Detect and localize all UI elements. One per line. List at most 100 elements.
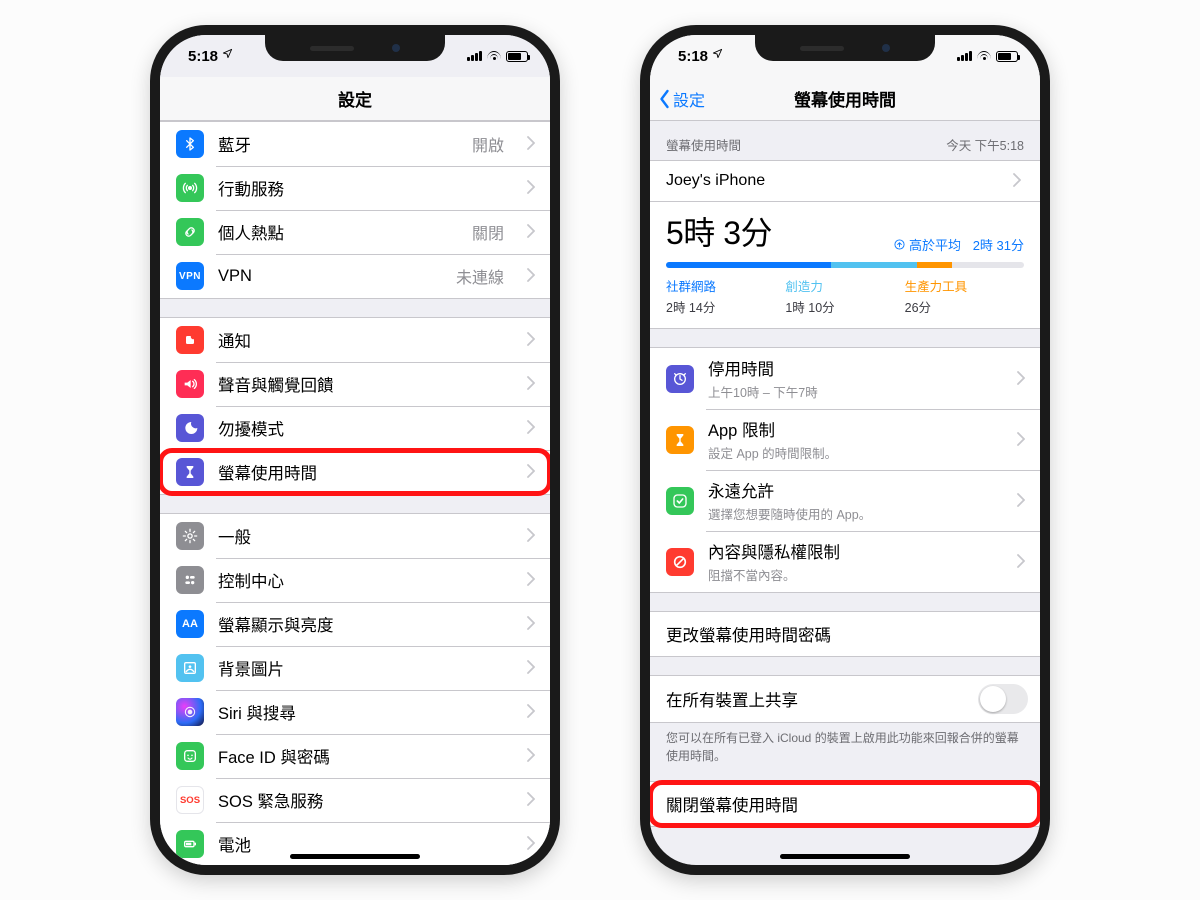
restrict-label: 內容與隱私權限制 <box>708 539 1000 563</box>
restrict-icon <box>666 548 694 576</box>
faceid-row[interactable]: Face ID 與密碼 <box>160 734 550 778</box>
bluetooth-row[interactable]: 藍牙開啟 <box>160 122 550 166</box>
notifications-label: 通知 <box>218 328 510 352</box>
change-passcode[interactable]: 更改螢幕使用時間密碼 <box>650 612 1040 656</box>
alwaysallow-sublabel: 選擇您想要隨時使用的 App。 <box>708 504 1000 523</box>
screentime-row[interactable]: 螢幕使用時間 <box>160 450 550 494</box>
phone-right: 5:18 設定 螢幕使用時間 螢幕使用時間 今天 下午5:18 <box>640 25 1050 875</box>
back-button[interactable]: 設定 <box>658 77 705 120</box>
downtime-row[interactable]: 停用時間上午10時 – 下午7時 <box>650 348 1040 409</box>
chevron-right-icon <box>524 418 538 438</box>
device-row[interactable]: Joey's iPhone <box>650 161 1040 202</box>
cat-social: 社群網路 2時 14分 <box>666 276 785 316</box>
change-passcode-label: 更改螢幕使用時間密碼 <box>666 622 1028 646</box>
battery-icon <box>506 51 528 62</box>
control-center-row[interactable]: 控制中心 <box>160 558 550 602</box>
faceid-icon <box>176 742 204 770</box>
wallpaper-row[interactable]: 背景圖片 <box>160 646 550 690</box>
restrict-row[interactable]: 內容與隱私權限制阻擋不當內容。 <box>650 531 1040 592</box>
applimits-icon <box>666 426 694 454</box>
battery-icon <box>996 51 1018 62</box>
status-time: 5:18 <box>188 48 218 65</box>
vpn-icon: VPN <box>176 262 204 290</box>
screentime-label: 螢幕使用時間 <box>218 460 510 484</box>
avg-compare: 高於平均 2時 31分 <box>894 235 1024 254</box>
turn-off-group: 關閉螢幕使用時間 <box>650 781 1040 827</box>
chevron-right-icon <box>524 526 538 546</box>
hotspot-row[interactable]: 個人熱點關閉 <box>160 210 550 254</box>
general-icon <box>176 522 204 550</box>
turn-off-label: 關閉螢幕使用時間 <box>666 792 1028 816</box>
downtime-label: 停用時間 <box>708 356 1000 380</box>
bluetooth-icon <box>176 130 204 158</box>
display-icon: AA <box>176 610 204 638</box>
alwaysallow-label: 永遠允許 <box>708 478 1000 502</box>
cell-signal-icon <box>467 51 482 61</box>
chevron-right-icon <box>524 702 538 722</box>
home-indicator[interactable] <box>290 854 420 859</box>
cellular-row[interactable]: 行動服務 <box>160 166 550 210</box>
summary-section-label: 螢幕使用時間 <box>666 135 741 154</box>
applimits-row[interactable]: App 限制設定 App 的時間限制。 <box>650 409 1040 470</box>
battery-label: 電池 <box>218 832 510 856</box>
chevron-right-icon <box>524 374 538 394</box>
display-row[interactable]: AA螢幕顯示與亮度 <box>160 602 550 646</box>
faceid-label: Face ID 與密碼 <box>218 744 510 768</box>
chevron-right-icon <box>1010 171 1024 191</box>
arrow-up-icon <box>894 239 905 250</box>
wallpaper-icon <box>176 654 204 682</box>
cellular-label: 行動服務 <box>218 176 510 200</box>
notifications-icon <box>176 326 204 354</box>
vpn-row[interactable]: VPNVPN未連線 <box>160 254 550 298</box>
siri-label: Siri 與搜尋 <box>218 700 510 724</box>
bluetooth-label: 藍牙 <box>218 132 458 156</box>
nav-header: 設定 <box>160 77 550 121</box>
vpn-label: VPN <box>218 267 442 286</box>
sounds-row[interactable]: 聲音與觸覺回饋 <box>160 362 550 406</box>
summary-timestamp: 今天 下午5:18 <box>946 135 1024 154</box>
dnd-icon <box>176 414 204 442</box>
sos-label: SOS 緊急服務 <box>218 788 510 812</box>
sos-row[interactable]: SOSSOS 緊急服務 <box>160 778 550 822</box>
chevron-right-icon <box>524 134 538 154</box>
cell-signal-icon <box>957 51 972 61</box>
chevron-right-icon <box>524 266 538 286</box>
bluetooth-value: 開啟 <box>472 132 504 156</box>
share-group: 在所有裝置上共享 <box>650 675 1040 723</box>
chevron-right-icon <box>1014 430 1028 450</box>
wallpaper-label: 背景圖片 <box>218 656 510 680</box>
share-row[interactable]: 在所有裝置上共享 <box>650 676 1040 722</box>
notifications-row[interactable]: 通知 <box>160 318 550 362</box>
siri-row[interactable]: Siri 與搜尋 <box>160 690 550 734</box>
alwaysallow-row[interactable]: 永遠允許選擇您想要隨時使用的 App。 <box>650 470 1040 531</box>
chevron-right-icon <box>524 462 538 482</box>
summary-header: 螢幕使用時間 今天 下午5:18 <box>650 121 1040 160</box>
wifi-icon <box>487 51 501 61</box>
nav-header: 設定 螢幕使用時間 <box>650 77 1040 121</box>
summary-card[interactable]: Joey's iPhone 5時 3分 高於平均 2時 31分 <box>650 160 1040 329</box>
hotspot-icon <box>176 218 204 246</box>
turn-off-screentime[interactable]: 關閉螢幕使用時間 <box>650 782 1040 826</box>
home-indicator[interactable] <box>780 854 910 859</box>
screentime-content[interactable]: 螢幕使用時間 今天 下午5:18 Joey's iPhone 5時 3分 高於平… <box>650 121 1040 865</box>
share-toggle[interactable] <box>978 684 1028 714</box>
applimits-label: App 限制 <box>708 417 1000 441</box>
screen-screentime: 5:18 設定 螢幕使用時間 螢幕使用時間 今天 下午5:18 <box>650 35 1040 865</box>
alwaysallow-icon <box>666 487 694 515</box>
passcode-group: 更改螢幕使用時間密碼 <box>650 611 1040 657</box>
settings-list[interactable]: 藍牙開啟行動服務個人熱點關閉VPNVPN未連線 通知聲音與觸覺回饋勿擾模式螢幕使… <box>160 121 550 865</box>
chevron-right-icon <box>524 222 538 242</box>
siri-icon <box>176 698 204 726</box>
applimits-sublabel: 設定 App 的時間限制。 <box>708 443 1000 462</box>
screentime-icon <box>176 458 204 486</box>
chevron-right-icon <box>1014 552 1028 572</box>
chevron-right-icon <box>524 746 538 766</box>
hotspot-label: 個人熱點 <box>218 220 458 244</box>
chevron-right-icon <box>1014 491 1028 511</box>
dnd-row[interactable]: 勿擾模式 <box>160 406 550 450</box>
categories: 社群網路 2時 14分 創造力 1時 10分 生產力工具 26分 <box>650 268 1040 328</box>
notch <box>265 35 445 61</box>
downtime-icon <box>666 365 694 393</box>
total-time: 5時 3分 <box>666 208 772 254</box>
general-row[interactable]: 一般 <box>160 514 550 558</box>
